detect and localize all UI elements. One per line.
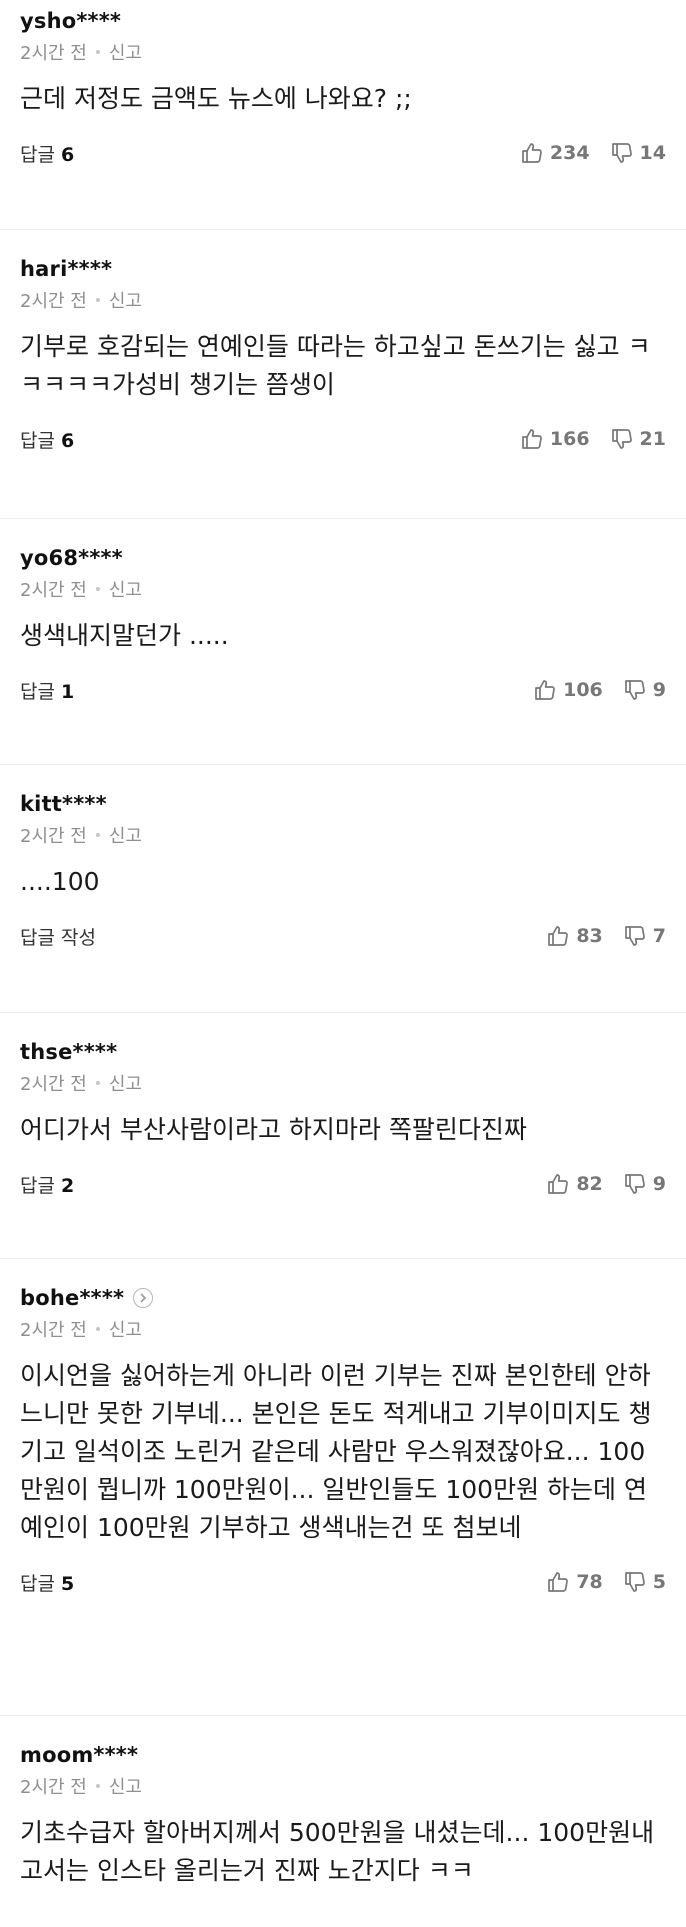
like-count: 166 [549, 428, 590, 450]
report-button[interactable]: 신고 [109, 39, 142, 65]
comment-text: 근데 저정도 금액도 뉴스에 나와요? ;; [20, 84, 412, 113]
meta-separator-dot [95, 1081, 100, 1085]
thumbs-down-icon [624, 926, 645, 946]
like-count: 82 [576, 1173, 603, 1195]
thumbs-up-icon [522, 143, 542, 163]
thumbs-down-icon [624, 1572, 645, 1592]
comment-time: 2시간 전 [20, 291, 87, 312]
comment-time: 2시간 전 [20, 580, 87, 601]
dislike-count: 21 [639, 428, 666, 450]
reply-count: 1 [60, 680, 75, 703]
comment-text: 생색내지말던가 ..... [20, 621, 229, 650]
reply-label: 답글 [20, 1174, 55, 1197]
report-button[interactable]: 신고 [109, 287, 142, 313]
reply-count: 6 [60, 429, 75, 452]
comment-username[interactable]: moom**** [20, 1743, 138, 1767]
reply-button[interactable]: 답글 6 [20, 426, 74, 453]
comment-item: kitt**** 2시간 전 신고 ....100 답글 작성 83 7 [0, 765, 686, 1013]
like-button[interactable]: 166 [520, 427, 590, 451]
profile-arrow-icon[interactable] [133, 1288, 154, 1308]
thumbs-down-icon [611, 143, 632, 163]
dislike-button[interactable]: 21 [610, 427, 666, 451]
like-count: 78 [576, 1571, 603, 1593]
meta-separator-dot [95, 833, 100, 837]
reply-label: 답글 [20, 680, 55, 703]
thumbs-up-icon [522, 429, 542, 449]
reply-button[interactable]: 답글 5 [20, 1569, 74, 1596]
comment-username[interactable]: ysho**** [20, 9, 121, 33]
meta-separator-dot [95, 1784, 100, 1788]
reply-label: 답글 작성 [20, 926, 96, 949]
comment-text: 이시언을 싫어하는게 아니라 이런 기부는 진짜 본인한테 안하느니만 못한 기… [20, 1361, 652, 1542]
comment-text: 어디가서 부산사람이라고 하지마라 쪽팔린다진짜 [20, 1115, 527, 1144]
reply-button[interactable]: 답글 1 [20, 677, 74, 704]
report-button[interactable]: 신고 [109, 1773, 142, 1799]
thumbs-down-icon [624, 680, 645, 700]
comment-time: 2시간 전 [20, 1074, 87, 1095]
comment-item: hari**** 2시간 전 신고 기부로 호감되는 연예인들 따라는 하고싶고… [0, 230, 686, 519]
reply-count: 2 [60, 1174, 75, 1197]
thumbs-up-icon [548, 1174, 569, 1194]
comment-item: yo68**** 2시간 전 신고 생색내지말던가 ..... 답글 1 106 … [0, 519, 686, 765]
comment-username[interactable]: hari**** [20, 257, 112, 281]
dislike-button[interactable]: 14 [610, 141, 666, 165]
comment-username[interactable]: bohe**** [20, 1286, 124, 1310]
report-button[interactable]: 신고 [109, 1316, 142, 1342]
like-count: 83 [576, 925, 603, 947]
comment-time: 2시간 전 [20, 1320, 87, 1341]
thumbs-up-icon [548, 926, 569, 946]
reply-label: 답글 [20, 1572, 55, 1595]
dislike-count: 9 [652, 679, 666, 701]
reply-count: 5 [60, 1572, 75, 1595]
comment-item: thse**** 2시간 전 신고 어디가서 부산사람이라고 하지마라 쪽팔린다… [0, 1013, 686, 1259]
reply-label: 답글 [20, 143, 55, 166]
dislike-count: 14 [639, 142, 666, 164]
report-button[interactable]: 신고 [109, 1070, 142, 1096]
comment-item: ysho**** 2시간 전 신고 근데 저정도 금액도 뉴스에 나와요? ;;… [0, 0, 686, 230]
like-count: 106 [563, 679, 603, 701]
dislike-count: 5 [652, 1571, 666, 1593]
thumbs-up-icon [535, 680, 555, 700]
like-count: 234 [549, 142, 590, 164]
comment-list: ysho**** 2시간 전 신고 근데 저정도 금액도 뉴스에 나와요? ;;… [0, 0, 686, 1925]
dislike-button[interactable]: 7 [623, 924, 666, 948]
comment-username[interactable]: thse**** [20, 1040, 117, 1064]
thumbs-down-icon [611, 429, 632, 449]
dislike-button[interactable]: 9 [623, 1172, 666, 1196]
reply-button[interactable]: 답글 6 [20, 140, 74, 167]
reply-count: 6 [60, 143, 75, 166]
comment-item: moom**** 2시간 전 신고 기초수급자 할아버지께서 500만원을 내셨… [0, 1716, 686, 1925]
meta-separator-dot [95, 587, 100, 591]
report-button[interactable]: 신고 [109, 822, 142, 848]
report-button[interactable]: 신고 [109, 576, 142, 602]
meta-separator-dot [95, 298, 100, 302]
comment-time: 2시간 전 [20, 826, 87, 847]
comment-text: 기초수급자 할아버지께서 500만원을 내셨는데... 100만원내고서는 인스… [20, 1818, 655, 1885]
dislike-count: 9 [652, 1173, 666, 1195]
like-button[interactable]: 78 [546, 1570, 603, 1594]
like-button[interactable]: 106 [533, 678, 603, 702]
comment-text: ....100 [20, 867, 100, 896]
dislike-button[interactable]: 9 [623, 678, 666, 702]
comment-username[interactable]: yo68**** [20, 546, 123, 570]
comment-username[interactable]: kitt**** [20, 792, 107, 816]
comment-time: 2시간 전 [20, 1777, 87, 1798]
reply-button[interactable]: 답글 작성 [20, 923, 96, 950]
dislike-count: 7 [652, 925, 666, 947]
like-button[interactable]: 82 [546, 1172, 603, 1196]
thumbs-up-icon [548, 1572, 569, 1592]
comment-item: bohe**** 2시간 전 신고 이시언을 싫어하는게 아니라 이런 기부는 … [0, 1259, 686, 1716]
reply-button[interactable]: 답글 2 [20, 1171, 74, 1198]
like-button[interactable]: 234 [520, 141, 590, 165]
meta-separator-dot [95, 50, 100, 54]
meta-separator-dot [95, 1327, 100, 1331]
comment-time: 2시간 전 [20, 43, 87, 64]
reply-label: 답글 [20, 429, 55, 452]
like-button[interactable]: 83 [546, 924, 603, 948]
thumbs-down-icon [624, 1174, 645, 1194]
comment-text: 기부로 호감되는 연예인들 따라는 하고싶고 돈쓰기는 싫고 ㅋㅋㅋㅋㅋ가성비 … [20, 332, 651, 399]
dislike-button[interactable]: 5 [623, 1570, 666, 1594]
